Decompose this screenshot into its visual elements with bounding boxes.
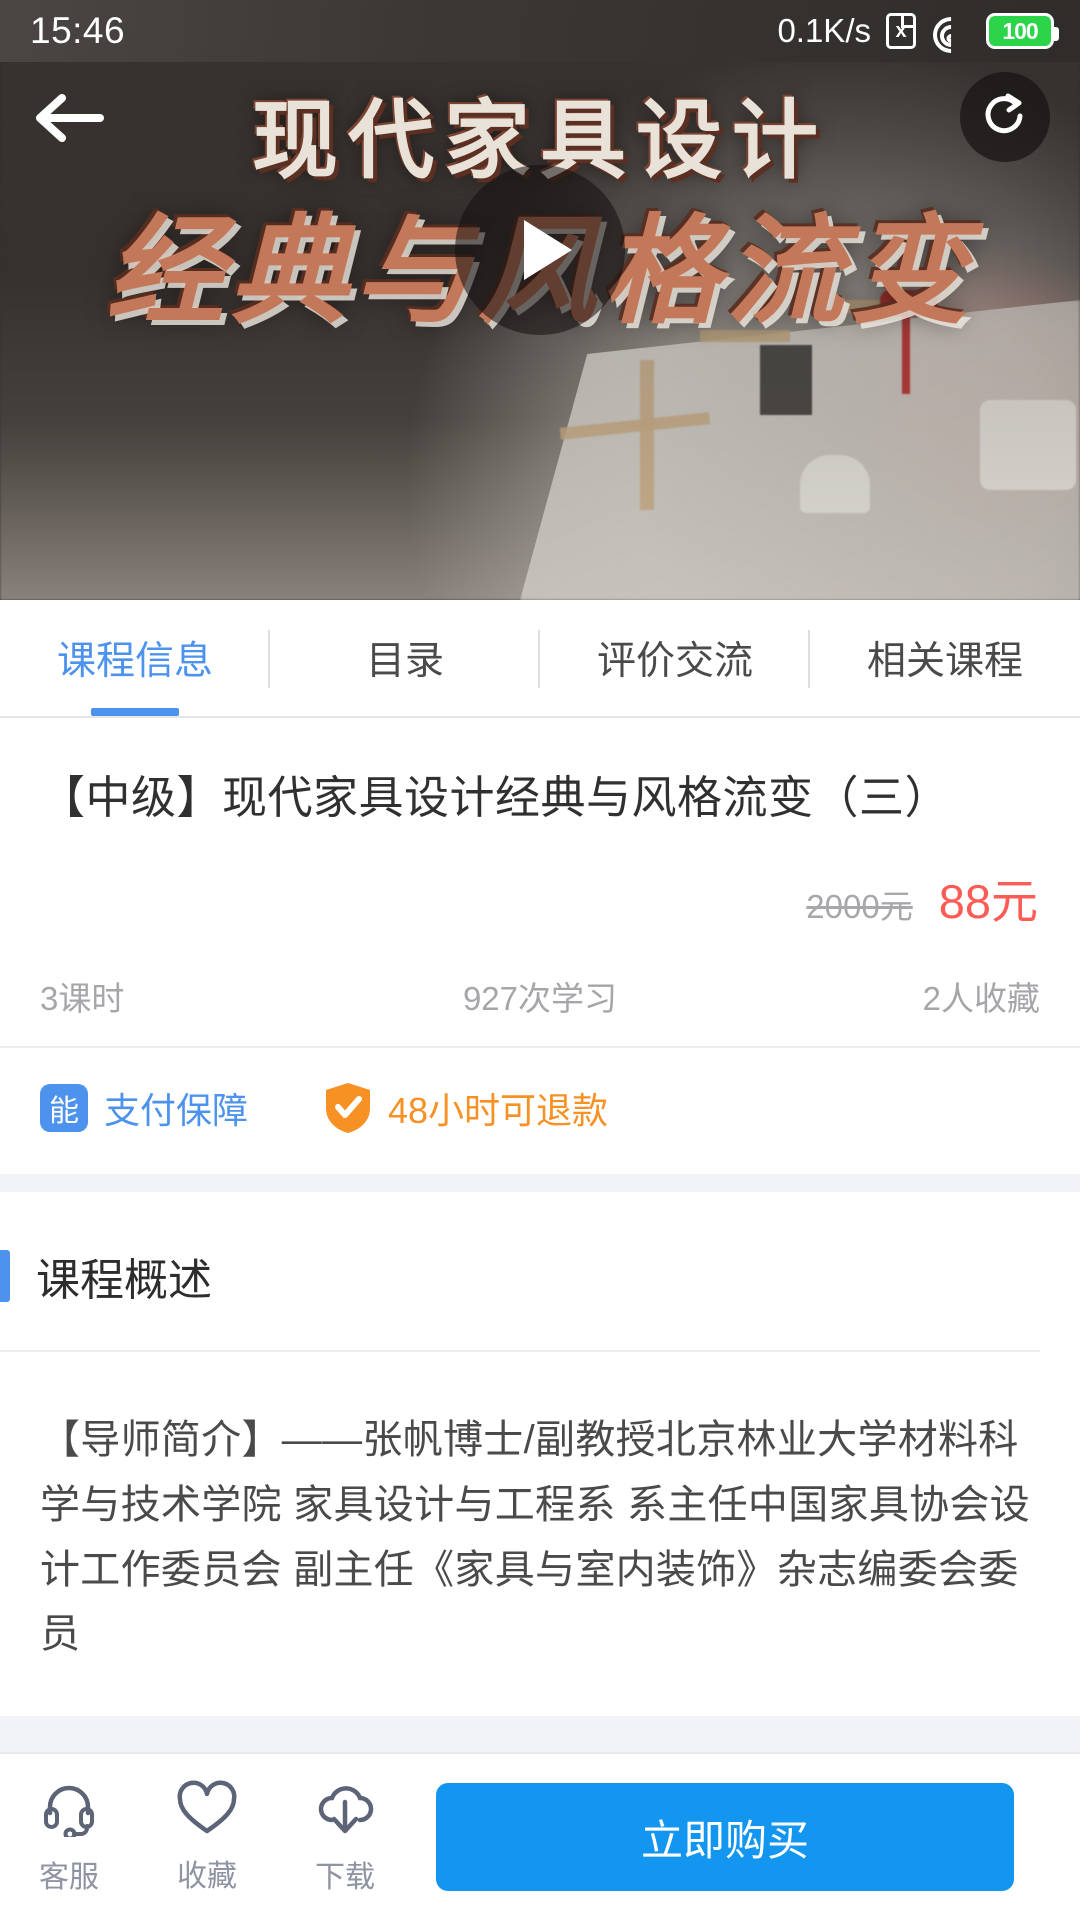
course-header: 【中级】现代家具设计经典与风格流变（三） 2000元 88元 3课时 927次学… bbox=[0, 720, 1080, 1210]
bottom-item-label: 收藏 bbox=[177, 1859, 237, 1893]
section-header: 课程概述 bbox=[0, 1192, 1040, 1352]
battery-icon: 100 bbox=[986, 13, 1059, 49]
video-banner[interactable]: 现代家具设计 经典与风格流变 bbox=[0, 0, 1080, 600]
tab-label: 评价交流 bbox=[596, 640, 753, 683]
stat-lessons: 3课时 bbox=[40, 979, 125, 1017]
headset-icon bbox=[40, 1779, 98, 1842]
tab-catalog[interactable]: 目录 bbox=[270, 600, 540, 716]
tab-active-underline bbox=[91, 708, 179, 716]
network-speed: 0.1K/s bbox=[777, 12, 871, 49]
current-price: 88元 bbox=[938, 874, 1038, 928]
payment-shield-icon: 能 bbox=[40, 1083, 88, 1132]
refund-guarantee-label: 48小时可退款 bbox=[388, 1089, 609, 1131]
cloud-download-icon bbox=[314, 1779, 376, 1842]
play-button[interactable] bbox=[455, 165, 625, 335]
wifi-icon bbox=[925, 9, 977, 61]
tab-label: 课程信息 bbox=[56, 640, 213, 683]
refund-guarantee-badge[interactable]: 48小时可退款 bbox=[324, 1082, 608, 1134]
price-row: 2000元 88元 bbox=[0, 829, 1080, 932]
status-time: 15:46 bbox=[30, 10, 126, 51]
download-button[interactable]: 下载 bbox=[276, 1754, 414, 1920]
status-indicators: 0.1K/s x 100 bbox=[777, 9, 1059, 61]
buy-now-button[interactable]: 立即购买 bbox=[436, 1783, 1014, 1891]
course-stats-row: 3课时 927次学习 2人收藏 bbox=[0, 932, 1080, 1048]
bottom-item-label: 客服 bbox=[39, 1860, 99, 1894]
bottom-spacer bbox=[0, 1716, 1080, 1752]
shield-check-icon bbox=[324, 1082, 372, 1134]
tab-label: 相关课程 bbox=[866, 640, 1023, 683]
payment-guarantee-label: 支付保障 bbox=[104, 1089, 249, 1131]
section-accent-bar bbox=[0, 1250, 10, 1302]
share-refresh-icon bbox=[980, 90, 1030, 145]
tab-label: 目录 bbox=[365, 640, 444, 683]
section-title: 课程概述 bbox=[36, 1256, 212, 1305]
payment-guarantee-badge[interactable]: 能 支付保障 bbox=[40, 1082, 248, 1134]
tab-course-info[interactable]: 课程信息 bbox=[0, 600, 270, 716]
customer-service-button[interactable]: 客服 bbox=[0, 1754, 138, 1920]
favorite-button[interactable]: 收藏 bbox=[138, 1754, 276, 1920]
course-overview-text: 【导师简介】——张帆博士/副教授北京林业大学材料科学与技术学院 家具设计与工程系… bbox=[40, 1418, 1031, 1657]
bottom-item-label: 下载 bbox=[315, 1860, 375, 1894]
stat-views: 927次学习 bbox=[462, 979, 618, 1017]
sim-card-disabled-icon: x bbox=[886, 13, 916, 49]
play-icon bbox=[524, 220, 572, 280]
guarantee-badges-row: 能 支付保障 48小时可退款 bbox=[0, 1048, 1080, 1174]
heart-icon bbox=[176, 1780, 238, 1841]
stat-favorites: 2人收藏 bbox=[922, 979, 1040, 1017]
tab-reviews[interactable]: 评价交流 bbox=[540, 600, 810, 716]
battery-level: 100 bbox=[1002, 17, 1038, 44]
back-arrow-icon bbox=[30, 88, 106, 153]
share-button[interactable] bbox=[960, 72, 1050, 162]
tab-related-courses[interactable]: 相关课程 bbox=[810, 600, 1080, 716]
back-button[interactable] bbox=[30, 82, 106, 158]
status-bar: 15:46 0.1K/s x 100 bbox=[0, 0, 1080, 62]
bottom-action-bar: 客服 收藏 下载 立即购买 bbox=[0, 1752, 1080, 1920]
course-title: 【中级】现代家具设计经典与风格流变（三） bbox=[40, 772, 951, 823]
tab-bar: 课程信息 目录 评价交流 相关课程 bbox=[0, 600, 1080, 718]
original-price: 2000元 bbox=[806, 887, 913, 925]
